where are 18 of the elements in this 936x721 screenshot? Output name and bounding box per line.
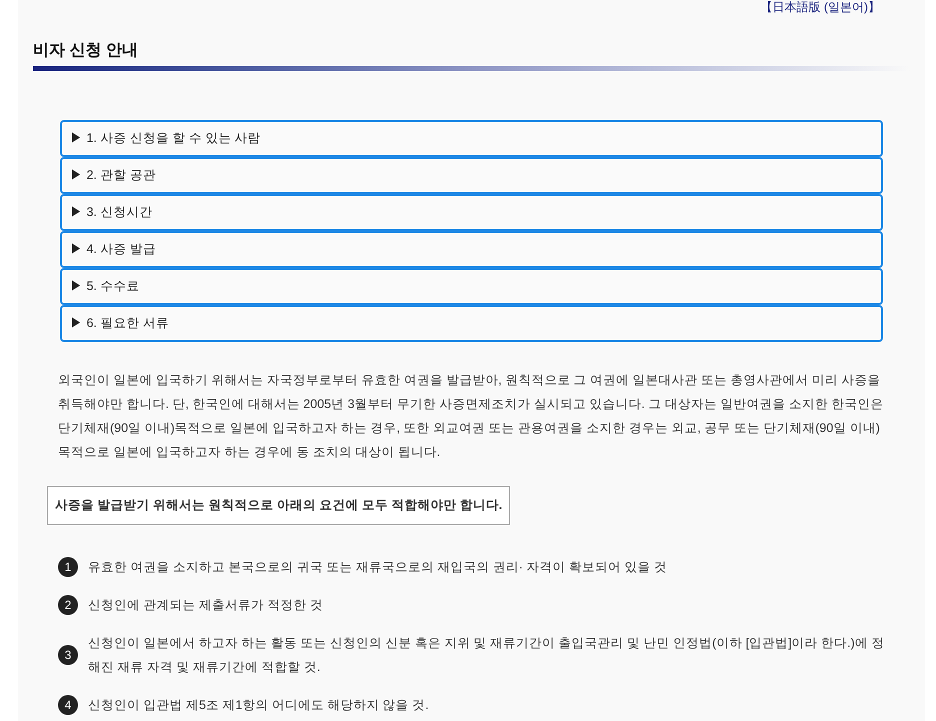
number-badge: 4 xyxy=(58,694,78,715)
number-badge: 3 xyxy=(58,644,78,665)
number-badge: 2 xyxy=(58,594,78,615)
accordion-header[interactable]: ▶ 3. 신청시간 xyxy=(60,194,883,231)
accordion-header[interactable]: ▶ 4. 사증 발급 xyxy=(60,231,883,268)
page-title: 비자 신청 안내 xyxy=(33,41,139,61)
requirement-text: 신청인이 일본에서 하고자 하는 활동 또는 신청인의 신분 혹은 지위 및 재류기간이 출입국관리 및 난민 인정법(이하 [입관법]이라 한다.)에 정해진 재류 자격 및 재류기간에 적합할 것. xyxy=(88,634,885,676)
language-link[interactable]: 【日本語版 (일본어)】 xyxy=(760,1,880,13)
accordion-header[interactable]: ▶ 5. 수수료 xyxy=(60,268,883,305)
accordion-header[interactable]: ▶ 6. 필요한 서류 xyxy=(60,305,883,342)
requirement-text: 신청인에 관계되는 제출서류가 적정한 것 xyxy=(88,596,323,614)
requirement-text: 유효한 여권을 소지하고 본국으로의 귀국 또는 재류국으로의 재입국의 권리· 자격이 확보되어 있을 것 xyxy=(88,558,667,576)
notice-box: 사증을 발급받기 위해서는 원칙적으로 아래의 요건에 모두 적합해야만 합니다. xyxy=(47,486,510,525)
accordion-header[interactable]: ▶ 1. 사증 신청을 할 수 있는 사람 xyxy=(60,120,883,157)
requirement-text: 신청인이 입관법 제5조 제1항의 어디에도 해당하지 않을 것. xyxy=(88,696,429,714)
number-badge: 1 xyxy=(58,556,78,577)
intro-paragraph: 외국인이 일본에 입국하기 위해서는 자국정부로부터 유효한 여권을 발급받아, 원칙적으로 그 여권에 일본대사관 또는 총영사관에서 미리 사증을 취득해야만 합니다. 단, 한국인에 대해서는 2005년 3월부터 무기한 사증면제조치가 실시되고 있습니다. 그 대상자는 일반여권을 소지한 한국인은 단기체재(90일 이내)목적으로 일본에 입국하고자 하는 경우, 또한 외교여권 또는 관용여권을 소지한 경우는 외교, 공무 또는 단기체재(90일 이내)목적으로 일본에 입국하고자 하는 경우에 동 조치의 대상이 됩니다. xyxy=(58,372,884,461)
accordion-header[interactable]: ▶ 2. 관할 공관 xyxy=(60,157,883,194)
